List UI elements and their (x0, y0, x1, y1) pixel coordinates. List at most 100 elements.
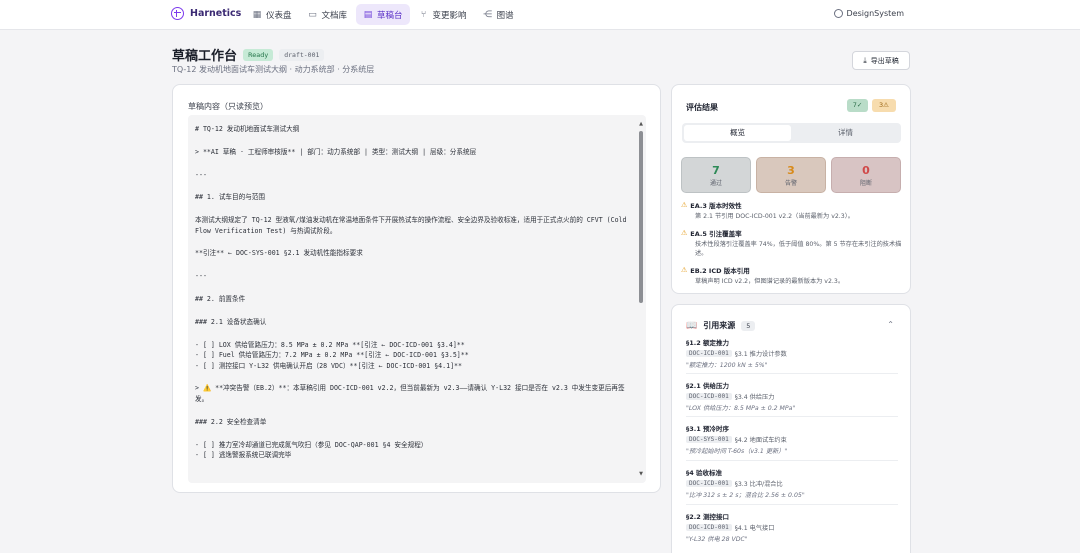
draft-scrollbar[interactable]: ▲ ▼ (638, 121, 644, 477)
workspace-switcher[interactable]: DesignSystem (833, 9, 904, 18)
reference-quote: "额定推力：1200 kN ± 5%" (686, 362, 768, 369)
draft-text: # TQ-12 发动机地面试车测试大纲 > **AI 草稿 · 工程师审核版** … (195, 124, 631, 461)
workspace-name: DesignSystem (846, 9, 904, 18)
references-header[interactable]: 📖 引用来源 5 (686, 320, 756, 331)
download-icon: ⤓ (863, 55, 867, 65)
draft-spacer (195, 371, 631, 383)
nav-item-label: 变更影响 (432, 10, 467, 21)
tab-details[interactable]: 详情 (792, 125, 899, 141)
reference-location: §3.4 供给压力 (734, 394, 775, 401)
reference-item[interactable]: §2.1 供给压力 DOC-ICD-001 §3.4 供给压力 "LOX 供给压力… (686, 380, 898, 412)
doc-tag: DOC-SYS-001 (686, 436, 732, 443)
stat-warn: 3 告警 (756, 157, 826, 193)
draft-spacer (195, 327, 631, 339)
export-button-label: 导出草稿 (870, 56, 899, 65)
chevron-up-icon[interactable]: ⌃ (887, 320, 894, 329)
draft-line: ### 2.2 安全检查清单 (195, 417, 267, 426)
draft-line: ## 1. 试车目的与范围 (195, 193, 265, 202)
draft-spacer (195, 135, 631, 147)
stat-pass-value: 7 (712, 164, 720, 177)
draft-spacer (195, 282, 631, 294)
reference-quote: "预冷起始时间 T-60s（v3.1 更新）" (686, 448, 788, 455)
nav-item-graph[interactable]: ⋲ 图谱 (476, 4, 521, 25)
nav-item-dashboard[interactable]: ▦ 仪表盘 (245, 4, 299, 25)
reference-quote: "LOX 供给压力：8.5 MPa ± 0.2 MPa" (686, 405, 796, 412)
branch-icon: ⑂ (420, 9, 427, 20)
reference-item[interactable]: §4 验收标准 DOC-ICD-001 §3.3 比冲/混合比 "比冲 312 s… (686, 467, 898, 499)
references-count: 5 (741, 320, 756, 331)
palette-icon (833, 9, 843, 18)
main-nav: ▦ 仪表盘 ▭ 文档库 ▤ 草稿台 ⑂ 变更影响 ⋲ 图谱 (245, 4, 521, 25)
reference-item[interactable]: §3.1 预冷时序 DOC-SYS-001 §4.2 地面试车约束 "预冷起始时间… (686, 423, 898, 455)
top-nav-bar: Harnetics ▦ 仪表盘 ▭ 文档库 ▤ 草稿台 ⑂ 变更影响 ⋲ 图谱 … (0, 0, 1080, 30)
scroll-thumb[interactable] (639, 131, 643, 303)
nav-item-change-impact[interactable]: ⑂ 变更影响 (412, 4, 474, 25)
scroll-down-icon[interactable]: ▼ (638, 471, 644, 477)
issue-code: EA.3 版本时效性 (690, 202, 742, 210)
draft-spacer (195, 305, 631, 317)
warning-icon: ⚠ (681, 201, 688, 209)
evaluation-tabs: 概览 详情 (682, 123, 901, 143)
reference-quote: "Y-L32 供电 28 VDC" (686, 536, 748, 543)
draft-spacer (195, 157, 631, 169)
file-icon: ▤ (363, 9, 373, 20)
draft-content-card: 草稿内容（只读预览） # TQ-12 发动机地面试车测试大纲 > **AI 草稿 … (172, 84, 661, 493)
warning-icon: ⚠ (681, 229, 688, 237)
draft-line: > **AI 草稿 · 工程师审核版** | 部门：动力系统部 | 类型：测试大… (195, 147, 477, 156)
brand[interactable]: Harnetics (171, 7, 241, 20)
draft-spacer (195, 180, 631, 192)
reference-section: §1.2 额定推力 (686, 339, 730, 347)
stat-block-value: 0 (862, 164, 870, 177)
draft-line: - [ ] 推力室冷却通道已完成氮气吹扫（参见 DOC-QAP-001 §4 安… (195, 440, 428, 449)
divider (686, 504, 898, 505)
draft-line: - [ ] LOX 供给管路压力：8.5 MPa ± 0.2 MPa **[引注… (195, 340, 465, 349)
scroll-up-icon[interactable]: ▲ (638, 121, 644, 127)
reference-section: §4 验收标准 (686, 469, 723, 477)
nav-item-label: 仪表盘 (266, 10, 292, 21)
issue-item[interactable]: ⚠ EA.5 引注覆盖率 技术性段落引注覆盖率 74%，低于阈值 80%。第 5… (681, 228, 903, 258)
draft-line: ### 2.1 设备状态确认 (195, 317, 267, 326)
nav-item-documents[interactable]: ▭ 文档库 (301, 4, 355, 25)
stat-block-label: 阻断 (859, 180, 872, 187)
draft-preview[interactable]: # TQ-12 发动机地面试车测试大纲 > **AI 草稿 · 工程师审核版** … (188, 115, 646, 483)
draft-line: 本测试大纲规定了 TQ-12 型液氧/煤油发动机在常温地面条件下开展热试车的操作… (195, 216, 631, 235)
reference-location: §4.1 电气接口 (734, 525, 775, 532)
evaluation-card: 评估结果 7✓ 3⚠ 概览 详情 7 通过 3 告警 0 阻断 ⚠ EA.3 版… (671, 84, 911, 294)
warn-count-chip: 3⚠ (872, 99, 896, 112)
draft-id-badge: draft-001 (279, 48, 325, 61)
reference-item[interactable]: §2.2 测控接口 DOC-ICD-001 §4.1 电气接口 "Y-L32 供电… (686, 511, 898, 543)
harnetics-logo-icon (171, 7, 184, 20)
issue-item[interactable]: ⚠ EB.2 ICD 版本引用 草稿声明 ICD v2.2，但图谱记录的最新版本… (681, 265, 903, 286)
export-draft-button[interactable]: ⤓ 导出草稿 (852, 51, 910, 70)
reference-section: §3.1 预冷时序 (686, 425, 730, 433)
reference-item[interactable]: §1.2 额定推力 DOC-ICD-001 §3.1 推力设计参数 "额定推力：1… (686, 337, 898, 369)
issue-detail: 技术性段落引注覆盖率 74%，低于阈值 80%。第 5 节存在未引注的技术描述。 (695, 241, 902, 257)
issue-detail: 草稿声明 ICD v2.2，但图谱记录的最新版本为 v2.3。 (695, 278, 845, 285)
divider (686, 416, 898, 417)
doc-tag: DOC-ICD-001 (686, 350, 732, 357)
doc-tag: DOC-ICD-001 (686, 393, 732, 400)
warning-icon: ⚠ (681, 266, 688, 274)
nav-item-drafts[interactable]: ▤ 草稿台 (356, 4, 410, 25)
draft-line: ## 2. 前置条件 (195, 295, 246, 304)
divider (686, 460, 898, 461)
book-open-icon: 📖 (686, 320, 698, 331)
tab-overview[interactable]: 概览 (684, 125, 791, 141)
draft-spacer (195, 203, 631, 215)
status-badge: Ready (243, 48, 274, 61)
reference-location: §3.1 推力设计参数 (734, 351, 787, 358)
doc-tag: DOC-ICD-001 (686, 480, 732, 487)
draft-line: - [ ] 测控接口 Y-L32 供电确认开启（28 VDC）**[引注 ← D… (195, 361, 462, 370)
stat-pass: 7 通过 (681, 157, 751, 193)
stat-block: 0 阻断 (831, 157, 901, 193)
issue-code: EA.5 引注覆盖率 (690, 230, 742, 238)
draft-line: **引注** ← DOC-SYS-001 §2.1 发动机性能指标要求 (195, 249, 363, 258)
doc-tag: DOC-ICD-001 (686, 524, 732, 531)
nav-item-label: 图谱 (496, 10, 514, 21)
reference-section: §2.1 供给压力 (686, 382, 730, 390)
draft-line: - [ ] 逃逸警报系统已联调完毕 (195, 451, 292, 460)
draft-content-title: 草稿内容（只读预览） (188, 102, 268, 111)
issue-item[interactable]: ⚠ EA.3 版本时效性 第 2.1 节引用 DOC-ICD-001 v2.2（… (681, 200, 903, 221)
brand-name: Harnetics (190, 8, 242, 19)
draft-line: --- (195, 170, 207, 179)
